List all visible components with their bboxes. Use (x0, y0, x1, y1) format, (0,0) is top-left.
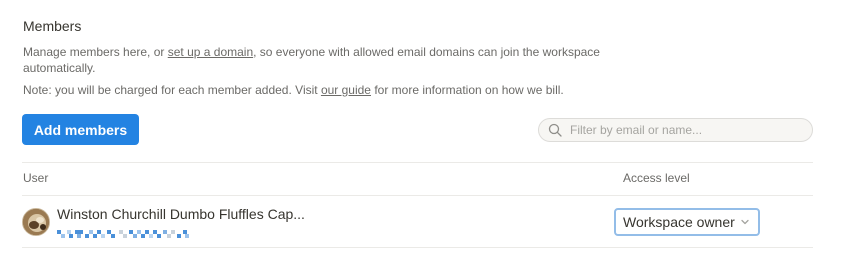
column-header-user: User (23, 171, 49, 185)
user-email-redacted (57, 227, 191, 248)
search-input[interactable] (570, 123, 790, 137)
header-divider (22, 195, 813, 196)
note-text: Note: you will be charged for each membe… (23, 83, 321, 97)
user-name: Winston Churchill Dumbo Fluffles Cap... (57, 206, 305, 222)
note-text-end: for more information on how we bill. (370, 83, 564, 97)
add-members-button[interactable]: Add members (22, 114, 139, 145)
section-title: Members (23, 18, 82, 34)
section-description: Manage members here, or set up a domain,… (23, 44, 663, 76)
row-divider (22, 247, 813, 248)
search-icon (548, 123, 562, 137)
column-header-access-level: Access level (623, 171, 690, 185)
our-guide-link[interactable]: our guide (321, 83, 371, 97)
access-level-value: Workspace owner (623, 214, 735, 230)
avatar (22, 208, 50, 236)
billing-note: Note: you will be charged for each membe… (23, 82, 564, 98)
setup-domain-link[interactable]: set up a domain (168, 45, 253, 59)
chevron-down-icon (740, 217, 750, 227)
description-text: Manage members here, or (23, 45, 168, 59)
access-level-select[interactable]: Workspace owner (614, 208, 760, 236)
member-search[interactable] (538, 118, 813, 142)
table-top-divider (22, 162, 813, 163)
